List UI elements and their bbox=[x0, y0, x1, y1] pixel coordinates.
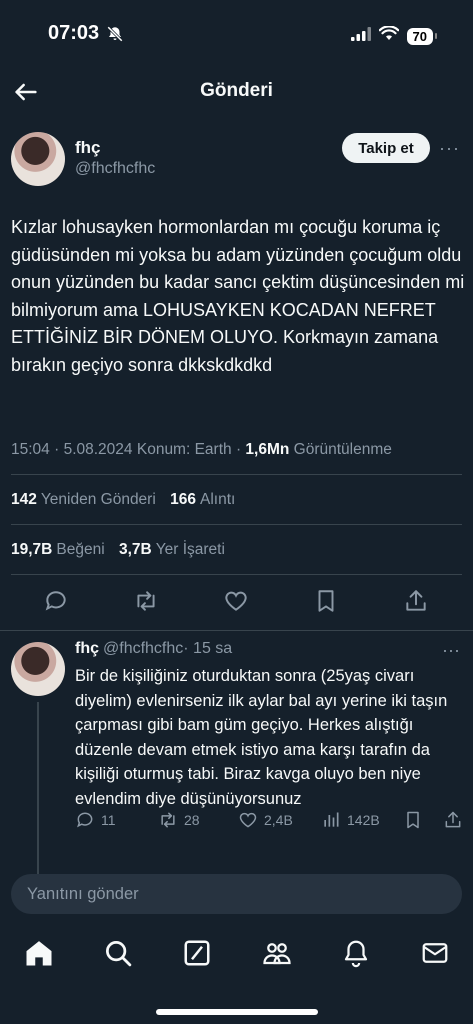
status-time: 07:03 bbox=[48, 22, 100, 44]
messages-icon[interactable] bbox=[420, 938, 450, 968]
tweet-meta: 15:04 · 5.08.2024 Konum: Earth · 1,6Mn G… bbox=[11, 441, 392, 458]
divider bbox=[11, 524, 462, 525]
stats-row-likes: 19,7B Beğeni 3,7B Yer İşareti bbox=[11, 541, 225, 559]
home-icon[interactable] bbox=[24, 938, 54, 968]
reply-input[interactable] bbox=[11, 874, 462, 914]
retweet-icon[interactable] bbox=[133, 588, 159, 614]
stats-row-reposts: 142 Yeniden Gönderi 166 Alıntı bbox=[11, 491, 235, 509]
reply-header: fhç @fhcfhcfhc· 15 sa bbox=[75, 640, 232, 658]
bookmark-icon[interactable] bbox=[403, 810, 423, 830]
views-label: Görüntülenme bbox=[293, 441, 392, 458]
notifications-bell-icon[interactable] bbox=[341, 938, 371, 968]
reply-retweet-button[interactable]: 28 bbox=[158, 810, 200, 830]
bookmark-icon[interactable] bbox=[313, 588, 339, 614]
avatar[interactable] bbox=[11, 642, 65, 696]
thread-line bbox=[37, 702, 39, 900]
tweet-actions bbox=[0, 586, 473, 618]
reply-views-button[interactable]: 142B bbox=[321, 810, 380, 830]
likes-stat[interactable]: 19,7B Beğeni bbox=[11, 541, 105, 558]
tweet-date: 5.08.2024 bbox=[63, 441, 133, 458]
retweet-icon bbox=[161, 812, 175, 828]
views-count: 142B bbox=[347, 812, 380, 828]
reply-composer bbox=[11, 874, 462, 914]
signal-icon bbox=[350, 26, 371, 46]
like-icon bbox=[239, 812, 257, 828]
views-count: 1,6Mn bbox=[245, 441, 290, 458]
retweets-stat[interactable]: 142 Yeniden Gönderi bbox=[11, 491, 156, 508]
status-bar: 07:03 70 bbox=[0, 0, 473, 70]
tweet-location: Konum: Earth bbox=[136, 441, 232, 458]
follow-button[interactable]: Takip et bbox=[342, 133, 430, 163]
avatar[interactable] bbox=[11, 132, 65, 186]
tweet-time: 15:04 bbox=[11, 441, 50, 458]
page-title: Gönderi bbox=[200, 80, 273, 101]
divider bbox=[0, 630, 473, 631]
reply-reply-button[interactable]: 11 bbox=[75, 810, 116, 830]
divider bbox=[11, 574, 462, 575]
bell-slash-icon bbox=[106, 25, 124, 48]
wifi-icon bbox=[378, 25, 399, 46]
like-count: 2,4B bbox=[264, 812, 293, 828]
views-icon bbox=[324, 812, 339, 827]
communities-icon[interactable] bbox=[262, 938, 292, 968]
home-indicator bbox=[156, 1009, 318, 1015]
reply-icon[interactable] bbox=[43, 588, 69, 614]
bookmarks-stat[interactable]: 3,7B Yer İşareti bbox=[119, 541, 225, 558]
like-icon[interactable] bbox=[223, 588, 249, 614]
author-handle[interactable]: @fhcfhcfhc bbox=[75, 160, 155, 178]
author-name[interactable]: fhç bbox=[75, 138, 101, 158]
reply-count: 11 bbox=[101, 812, 116, 828]
search-icon[interactable] bbox=[103, 938, 133, 968]
share-icon[interactable] bbox=[403, 588, 429, 614]
tweet-author: fhç @fhcfhcfhc Takip et ··· bbox=[11, 132, 462, 188]
reply-author-name[interactable]: fhç bbox=[75, 640, 99, 657]
tweet-text: Kızlar lohusayken hormonlardan mı çocuğu… bbox=[11, 217, 465, 375]
divider bbox=[11, 474, 462, 475]
reply-text: Bir de kişiliğiniz oturduktan sonra (25y… bbox=[75, 667, 448, 808]
reply-author-handle[interactable]: @fhcfhcfhc bbox=[103, 640, 183, 657]
share-icon[interactable] bbox=[443, 810, 463, 830]
quotes-stat[interactable]: 166 Alıntı bbox=[170, 491, 235, 508]
grok-icon[interactable] bbox=[182, 938, 212, 968]
reply-actions: 11 28 2,4B 142B bbox=[75, 810, 465, 834]
retweet-count: 28 bbox=[184, 812, 200, 828]
more-options-icon[interactable]: ··· bbox=[442, 640, 460, 661]
bottom-nav bbox=[0, 930, 473, 976]
top-bar: Gönderi bbox=[0, 70, 473, 114]
more-options-icon[interactable]: ··· bbox=[439, 138, 460, 159]
reply-icon bbox=[77, 812, 93, 828]
battery-indicator: 70 bbox=[406, 27, 438, 45]
reply-age: · 15 sa bbox=[183, 640, 233, 657]
reply-like-button[interactable]: 2,4B bbox=[238, 810, 293, 830]
